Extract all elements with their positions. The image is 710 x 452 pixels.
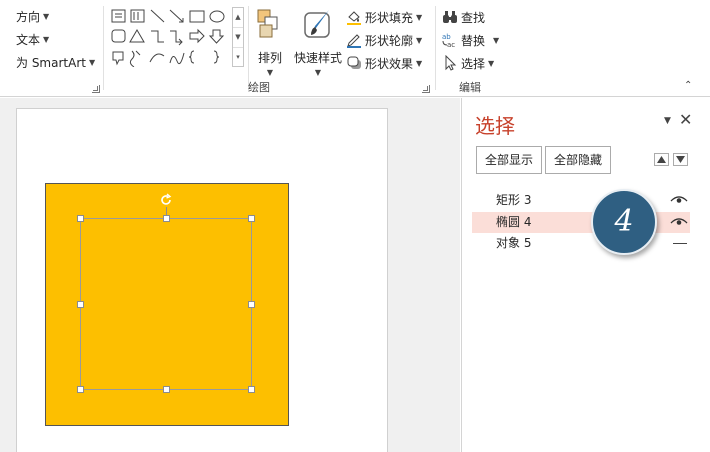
caret-down-icon: ▼ [488, 58, 495, 68]
rotate-handle-icon[interactable] [159, 193, 173, 207]
ellipse-selection-frame[interactable] [77, 193, 255, 393]
shape-effects-icon [347, 56, 361, 69]
resize-handle-top-right[interactable] [248, 215, 255, 222]
caret-down-icon: ▼ [416, 12, 423, 22]
arrange-icon [257, 9, 278, 38]
paint-bucket-icon [347, 11, 361, 25]
shapes-gallery [110, 7, 230, 68]
find-button[interactable]: 查找 [442, 8, 485, 26]
object-name[interactable]: 对象 5 [496, 236, 531, 250]
cursor-arrow-icon [445, 55, 457, 71]
show-all-button[interactable]: 全部显示 [476, 146, 543, 174]
arrange-label: 排列 [257, 51, 282, 65]
paragraph-dialog-launcher-icon[interactable] [92, 85, 100, 93]
list-item[interactable]: 矩形 3 [472, 190, 690, 211]
caret-down-icon: ▼ [43, 12, 50, 21]
find-label: 查找 [461, 10, 486, 25]
resize-handle-left[interactable] [77, 301, 84, 308]
gallery-up-icon[interactable]: ▲ [233, 8, 243, 28]
list-item-selected[interactable]: 椭圆 4 [472, 212, 690, 233]
select-button[interactable]: 选择 ▼ [442, 54, 494, 72]
align-text-button[interactable]: 文本 ▼ [16, 31, 49, 49]
quick-styles-button[interactable]: 快速样式 ▼ [292, 8, 344, 80]
resize-handle-right[interactable] [248, 301, 255, 308]
arrange-button[interactable]: 排列 ▼ [252, 8, 288, 80]
replace-icon: ab ac [442, 33, 455, 48]
drawing-group-label: 绘图 [248, 81, 270, 94]
shapes-gallery-icons[interactable] [110, 7, 230, 68]
replace-label: 替换 [461, 33, 486, 48]
text-direction-label: 方向 [16, 10, 41, 24]
close-icon[interactable]: ✕ [679, 110, 692, 129]
resize-handle-bottom-left[interactable] [77, 386, 84, 393]
drawing-dialog-launcher-icon[interactable] [422, 85, 430, 93]
binoculars-icon [443, 11, 457, 23]
hidden-indicator-icon[interactable] [673, 243, 687, 244]
list-item[interactable]: 对象 5 [472, 233, 690, 254]
caret-down-icon: ▼ [266, 68, 274, 77]
triangle-down-icon [676, 156, 685, 163]
caret-down-icon: ▼ [43, 35, 50, 44]
svg-text:ab: ab [442, 33, 451, 41]
shape-effects-label: 形状效果 [365, 56, 414, 71]
object-name[interactable]: 矩形 3 [496, 193, 531, 207]
triangle-up-icon [657, 156, 666, 163]
svg-text:ac: ac [447, 41, 455, 48]
group-divider [103, 6, 104, 90]
convert-smartart-button[interactable]: 为 SmartArt ▼ [16, 54, 95, 72]
editing-group-label: 编辑 [459, 81, 481, 94]
selection-pane: 选择 ▼ ✕ 全部显示 全部隐藏 矩形 3 椭圆 4 对象 5 [461, 98, 710, 452]
caret-down-icon: ▼ [314, 68, 322, 77]
hide-all-button[interactable]: 全部隐藏 [545, 146, 612, 174]
send-backward-button[interactable] [673, 153, 688, 166]
slide-canvas[interactable] [16, 108, 388, 452]
bring-forward-button[interactable] [654, 153, 669, 166]
object-name[interactable]: 椭圆 4 [496, 215, 531, 229]
selection-pane-title: 选择 [475, 114, 515, 138]
select-label: 选择 [461, 56, 486, 71]
align-text-label: 文本 [16, 33, 41, 47]
pane-options-icon[interactable]: ▼ [664, 116, 671, 126]
convert-smartart-label: 为 SmartArt [16, 56, 86, 70]
caret-down-icon: ▼ [88, 58, 96, 67]
caret-down-icon: ▼ [416, 35, 423, 45]
gallery-down-icon[interactable]: ▼ [233, 28, 243, 48]
gallery-more-icon[interactable]: ▾ [233, 48, 243, 68]
caret-down-icon: ▼ [416, 58, 423, 68]
text-direction-button[interactable]: 方向 ▼ [16, 8, 49, 26]
eye-icon[interactable] [670, 194, 688, 206]
rectangle-shape[interactable] [45, 183, 289, 426]
group-divider [248, 6, 249, 90]
shapes-gallery-scrollbar[interactable]: ▲ ▼ ▾ [232, 7, 244, 67]
shape-outline-label: 形状轮廓 [365, 33, 414, 48]
quick-styles-icon [304, 10, 330, 38]
shape-outline-button[interactable]: 形状轮廓 ▼ [346, 31, 422, 49]
resize-handle-bottom[interactable] [163, 386, 170, 393]
shape-fill-button[interactable]: 形状填充 ▼ [346, 8, 422, 26]
ribbon: 方向 ▼ 文本 ▼ 为 SmartArt ▼ ▲ ▼ ▾ 排列 ▼ 快速样式 ▼… [0, 0, 710, 97]
step-number-badge: 4 [591, 189, 657, 255]
collapse-ribbon-icon[interactable]: ⌃ [684, 80, 692, 91]
pen-outline-icon [347, 34, 361, 48]
eye-icon[interactable] [670, 216, 688, 228]
group-divider [435, 6, 436, 90]
quick-styles-label: 快速样式 [293, 51, 342, 65]
slide-editing-area [0, 98, 460, 452]
resize-handle-top[interactable] [163, 215, 170, 222]
resize-handle-top-left[interactable] [77, 215, 84, 222]
resize-handle-bottom-right[interactable] [248, 386, 255, 393]
shape-fill-label: 形状填充 [365, 10, 414, 25]
shape-effects-button[interactable]: 形状效果 ▼ [346, 54, 422, 72]
caret-down-icon: ▼ [493, 35, 500, 45]
replace-button[interactable]: ab ac 替换 ▼ [442, 31, 499, 49]
